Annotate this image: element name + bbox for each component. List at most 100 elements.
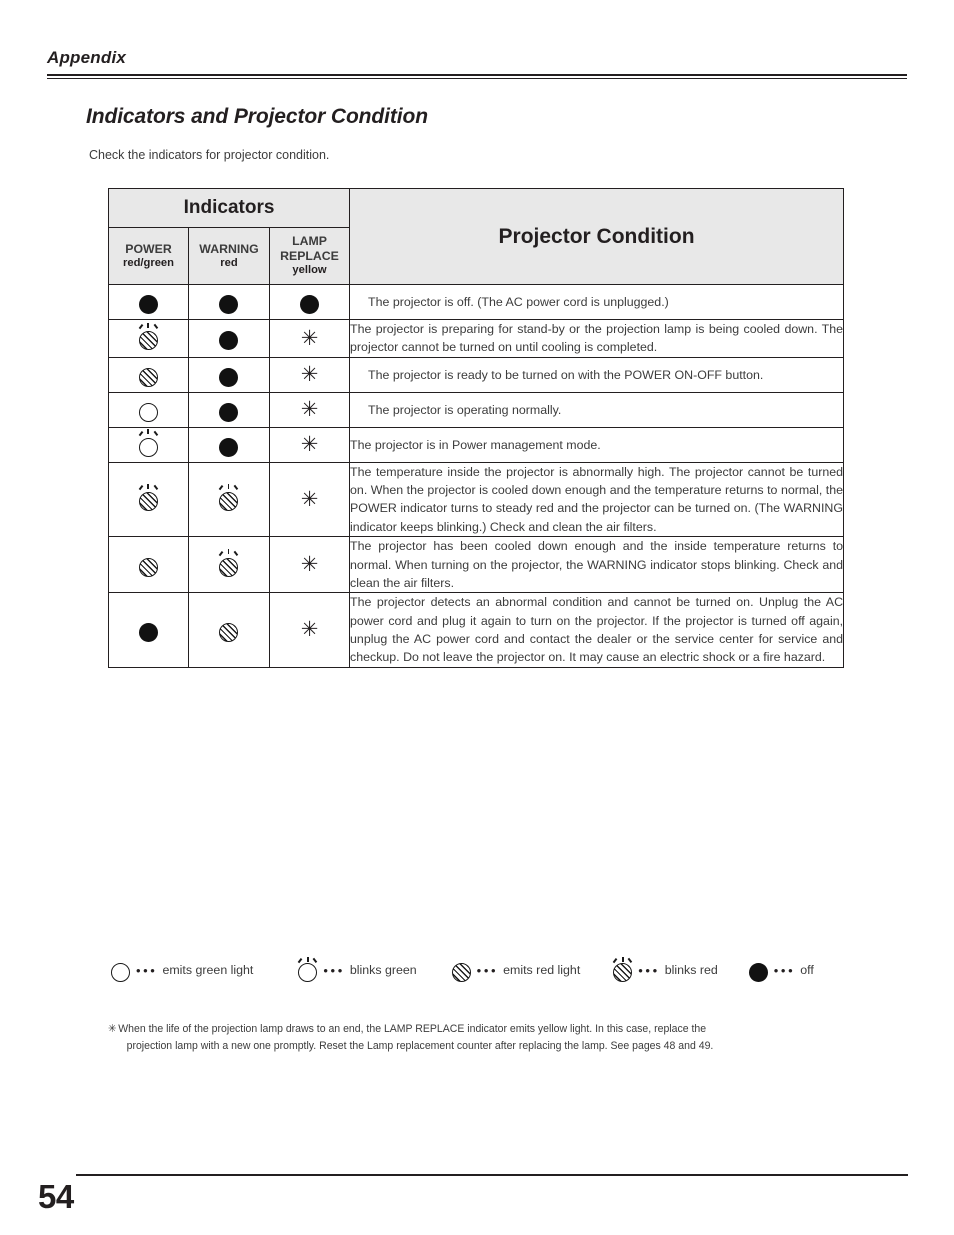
legend-dots: ••• <box>476 962 499 978</box>
condition-text: The projector is off. (The AC power cord… <box>349 284 845 320</box>
table-row: ✳ The temperature inside the projector is… <box>108 461 845 538</box>
indicator-cell-lamp-replace <box>268 284 351 320</box>
indicator-cell-lamp-replace: ✳ <box>268 592 351 668</box>
indicator-cell-power <box>108 356 189 393</box>
power-off-icon <box>132 613 166 647</box>
indicator-cell-warning <box>188 319 270 358</box>
page-number: 54 <box>38 1178 74 1215</box>
power-emits-green-icon <box>132 393 166 427</box>
indicator-disc <box>111 963 130 982</box>
legend-dots: ••• <box>638 962 660 978</box>
table-body: The projector is off. (The AC power cord… <box>108 284 845 668</box>
warning-off-icon <box>212 428 246 462</box>
indicator-disc <box>299 295 319 314</box>
column-header-warning-name: WARNING <box>199 241 259 256</box>
legend-dots: ••• <box>323 962 345 978</box>
header-rule <box>47 74 907 80</box>
legend: ••• emits green light ••• blinks green ••• em… <box>108 955 868 985</box>
indicator-cell-warning <box>188 356 270 393</box>
column-header-lamp-replace: LAMP REPLACE yellow <box>268 227 351 285</box>
power-blinks-red-icon <box>132 482 166 516</box>
asterisk-icon: ✳ <box>300 362 319 387</box>
column-header-power: POWER red/green <box>108 227 189 285</box>
warning-emits-red-icon <box>212 613 246 647</box>
footnote-asterisk-icon: ✳ <box>108 1022 117 1035</box>
legend-label: blinks red <box>664 963 718 977</box>
indicator-disc <box>219 492 238 512</box>
indicator-cell-power <box>108 319 189 358</box>
running-head: Appendix <box>47 48 127 67</box>
indicator-disc <box>298 963 318 982</box>
indicator-cell-power <box>108 461 189 538</box>
condition-text: The projector is ready to be turned on w… <box>349 356 845 393</box>
power-blinks-red-icon <box>132 321 166 355</box>
asterisk-icon: ✳ <box>300 432 319 457</box>
section-intro-text: Check the indicators for projector condi… <box>89 148 330 162</box>
column-header-lamp-replace-name-line1: LAMP <box>292 234 327 249</box>
column-header-lamp-replace-color: yellow <box>292 264 327 277</box>
table-row: ✳ The projector is operating normally. <box>108 391 845 428</box>
indicator-disc <box>613 963 633 982</box>
indicator-disc <box>451 963 471 982</box>
legend-dots: ••• <box>773 962 796 978</box>
legend-item-off: ••• off <box>746 955 814 985</box>
legend-emits-green-icon <box>108 955 134 985</box>
indicator-cell-warning <box>188 461 270 538</box>
folio-rule <box>76 1174 908 1177</box>
table-row: ✳ The projector detects an abnormal condi… <box>108 592 845 668</box>
indicator-cell-power <box>108 284 189 320</box>
warning-off-icon <box>212 393 246 427</box>
legend-label: off <box>800 963 814 977</box>
indicator-disc <box>138 331 158 351</box>
table-row: ✳ The projector is ready to be turned on … <box>108 356 845 393</box>
column-header-lamp-replace-name-line2: REPLACE <box>280 248 339 263</box>
table-header-row-group: Indicators Projector Condition <box>107 188 845 285</box>
indicator-cell-lamp-replace: ✳ <box>268 319 351 358</box>
legend-emits-red-icon <box>449 955 475 985</box>
warning-blinks-red-icon <box>212 548 246 582</box>
indicator-cell-power <box>108 391 189 428</box>
indicator-cell-power <box>108 426 189 463</box>
legend-item-blinks-green: ••• blinks green <box>295 955 417 985</box>
indicators-condition-table: Indicators Projector Condition POWER red… <box>107 188 845 668</box>
projector-condition-header: Projector Condition <box>349 188 845 285</box>
table-row: ✳ The projector is in Power management mo… <box>108 426 845 463</box>
page-title: Indicators and Projector Condition <box>86 105 428 128</box>
indicator-cell-lamp-replace: ✳ <box>268 426 351 463</box>
legend-off-icon <box>746 955 772 985</box>
indicator-cell-warning <box>188 592 270 668</box>
power-off-icon <box>132 285 166 319</box>
condition-text: The projector is in Power management mod… <box>349 426 845 463</box>
header-rule-thin <box>47 78 907 80</box>
table-row: ✳ The projector has been cooled down enou… <box>108 536 845 594</box>
footnote-line-1: When the life of the projection lamp dra… <box>118 1023 707 1035</box>
condition-text: The projector is operating normally. <box>349 391 845 428</box>
legend-label: blinks green <box>349 963 417 977</box>
condition-text: The projector detects an abnormal condit… <box>349 592 845 668</box>
warning-off-icon <box>212 321 246 355</box>
legend-item-emits-green: ••• emits green light <box>108 955 253 985</box>
footnote-line-2: projection lamp with a new one promptly.… <box>126 1040 714 1053</box>
indicator-cell-warning <box>188 284 270 320</box>
column-header-power-color: red/green <box>123 257 174 270</box>
indicator-disc <box>219 557 238 577</box>
indicator-disc <box>138 367 158 387</box>
table-row: ✳ The projector is preparing for stand-by… <box>108 319 845 358</box>
legend-item-blinks-red: ••• blinks red <box>610 955 718 985</box>
indicator-disc <box>219 402 238 422</box>
indicators-group-header: Indicators <box>107 188 351 228</box>
indicator-cell-lamp-replace: ✳ <box>268 536 351 594</box>
indicator-disc <box>219 295 238 314</box>
indicator-cell-warning <box>188 536 270 594</box>
indicator-cell-lamp-replace: ✳ <box>268 356 351 393</box>
condition-text: The temperature inside the projector is … <box>349 461 845 538</box>
indicator-disc <box>219 437 238 457</box>
indicator-cell-warning <box>188 391 270 428</box>
indicator-cell-lamp-replace: ✳ <box>268 391 351 428</box>
indicator-disc <box>219 331 238 351</box>
indicator-disc <box>138 622 158 642</box>
table-row: The projector is off. (The AC power cord… <box>108 284 845 320</box>
condition-text: The projector is preparing for stand-by … <box>349 319 845 358</box>
indicator-disc <box>219 367 238 387</box>
indicator-cell-warning <box>188 426 270 463</box>
